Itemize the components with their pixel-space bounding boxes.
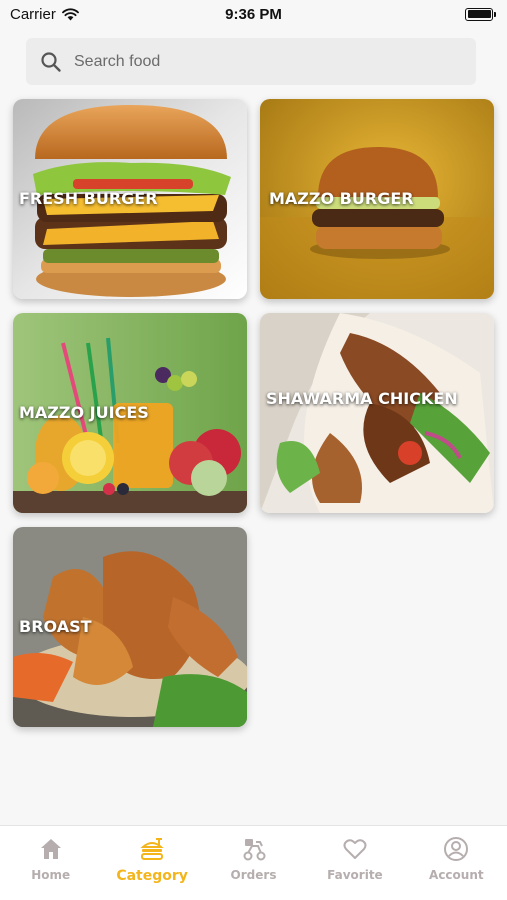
carrier-label: Carrier (10, 5, 56, 23)
tab-account[interactable]: Account (406, 826, 507, 900)
category-label: BROAST (19, 617, 92, 636)
tab-home[interactable]: Home (0, 826, 101, 900)
category-label: MAZZO JUICES (19, 403, 149, 422)
category-card-fresh-burger[interactable]: FRESH BURGER (13, 99, 247, 299)
search-icon (41, 51, 61, 72)
battery-icon (465, 7, 496, 21)
bottom-tab-bar: Home Category Orders Favorite Account (0, 825, 507, 900)
category-label: FRESH BURGER (19, 189, 158, 208)
status-bar: Carrier 9:36 PM (0, 0, 507, 28)
status-left: Carrier (10, 6, 79, 23)
tab-label: Home (31, 868, 71, 882)
search-bar[interactable] (26, 38, 476, 85)
category-card-broast[interactable]: BROAST (13, 527, 247, 727)
heart-icon (343, 839, 367, 859)
category-card-mazzo-burger[interactable]: MAZZO BURGER (260, 99, 494, 299)
tab-label: Account (429, 868, 484, 882)
search-input[interactable] (74, 52, 434, 71)
shawarma-chicken-image (260, 313, 494, 513)
category-label: SHAWARMA CHICKEN (266, 389, 458, 408)
wifi-icon (61, 7, 79, 20)
category-card-mazzo-juices[interactable]: MAZZO JUICES (13, 313, 247, 513)
tab-label: Orders (230, 868, 277, 882)
tab-favorite[interactable]: Favorite (304, 826, 405, 900)
category-grid: FRESH BURGER MAZZO BURGER MAZZO JUICES S… (13, 99, 495, 727)
account-icon (444, 837, 469, 861)
category-label: MAZZO BURGER (269, 189, 414, 208)
home-icon (40, 839, 61, 859)
tab-label: Category (116, 868, 188, 884)
category-icon (140, 838, 164, 860)
tab-label: Favorite (327, 868, 383, 882)
tab-orders[interactable]: Orders (203, 826, 304, 900)
tab-category[interactable]: Category (101, 826, 202, 900)
orders-icon (243, 839, 266, 861)
category-card-shawarma-chicken[interactable]: SHAWARMA CHICKEN (260, 313, 494, 513)
